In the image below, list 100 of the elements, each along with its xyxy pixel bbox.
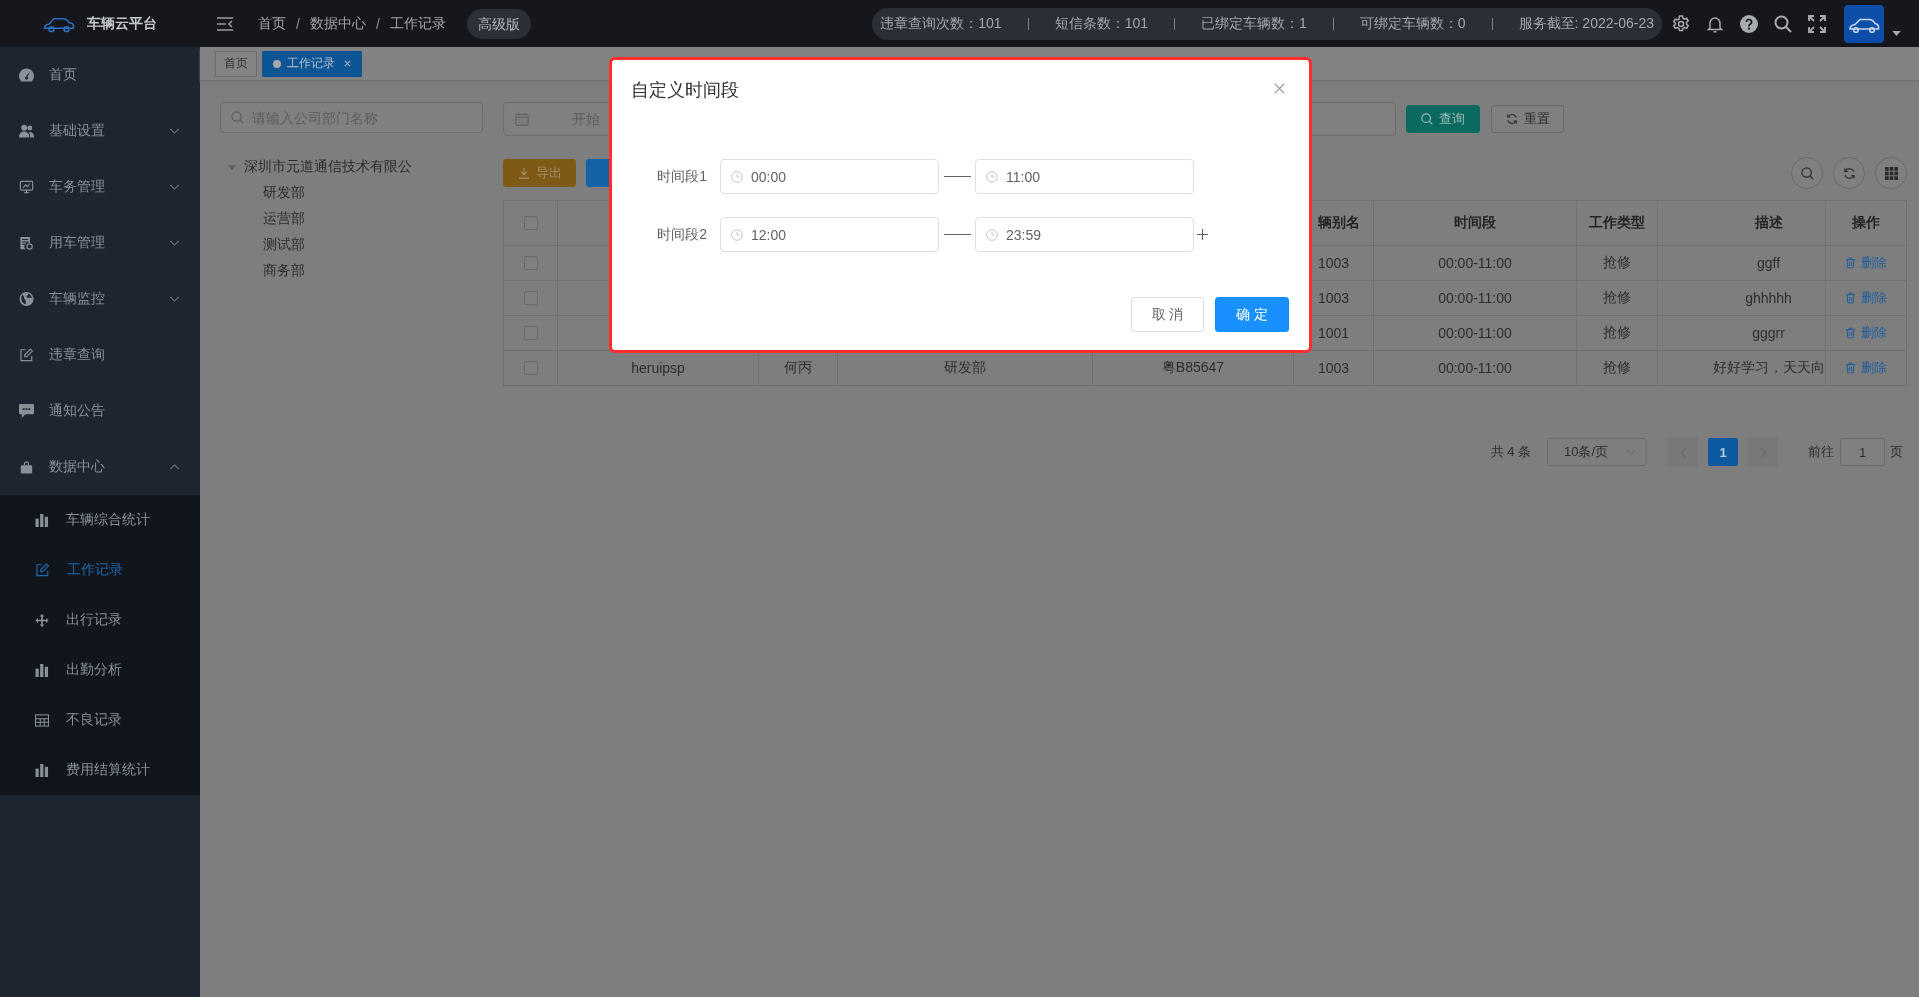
range-label: 时间段2 xyxy=(656,225,707,244)
plus-icon[interactable] xyxy=(1197,229,1208,240)
breadcrumb-item[interactable]: 数据中心 xyxy=(309,14,366,33)
chat-icon xyxy=(19,404,34,418)
tree-node[interactable]: 测试部 xyxy=(263,236,305,254)
reset-button[interactable]: 重置 xyxy=(1491,105,1564,133)
menu-item[interactable]: 数据中心 xyxy=(0,439,200,495)
query-button[interactable]: 查询 xyxy=(1406,105,1480,133)
tree-node[interactable]: 深圳市元道通信技术有限公 xyxy=(244,158,412,176)
breadcrumb-item[interactable]: 首页 xyxy=(258,14,286,33)
menu-item[interactable]: 车辆监控 xyxy=(0,271,200,327)
menu-item[interactable]: 通知公告 xyxy=(0,383,200,439)
help-icon[interactable] xyxy=(1740,14,1758,33)
stat-text: 短信条数：101 xyxy=(1054,14,1148,33)
people-icon xyxy=(19,124,34,138)
page-unit-label: 页 xyxy=(1890,443,1903,461)
submenu-item[interactable]: 费用结算统计 xyxy=(0,745,200,795)
bell-icon[interactable] xyxy=(1706,14,1724,33)
clock-icon xyxy=(986,228,998,241)
stat-text: 服务截至: 2022-06-23 xyxy=(1518,14,1654,33)
menu-item[interactable]: 首页 xyxy=(0,47,200,103)
search-icon xyxy=(1421,113,1433,125)
goto-label: 前往 xyxy=(1808,443,1834,461)
column-header: 操作 xyxy=(1852,214,1880,232)
search-icon[interactable] xyxy=(1774,14,1792,33)
edition-badge: 高级版 xyxy=(466,8,531,39)
monitor-chart-icon xyxy=(19,180,34,194)
clock-icon xyxy=(731,170,743,183)
table-cell: 粤B85647 xyxy=(1161,359,1225,377)
end-time-field[interactable]: 23:59 xyxy=(975,217,1194,252)
page-tab[interactable]: 首页 xyxy=(215,50,257,77)
document-icon xyxy=(19,236,34,250)
submenu-item[interactable]: 工作记录 xyxy=(0,545,200,595)
bar-chart-icon xyxy=(35,763,49,777)
avatar-icon[interactable] xyxy=(1844,4,1884,43)
table-cell: 抢修 xyxy=(1603,289,1631,307)
breadcrumb-item: 工作记录 xyxy=(389,14,446,33)
menu-item[interactable]: 用车管理 xyxy=(0,215,200,271)
column-header: 时间段 xyxy=(1454,214,1496,232)
page-tab[interactable]: 工作记录 xyxy=(262,50,362,77)
dialog-title: 自定义时间段 xyxy=(631,80,739,100)
calendar-icon xyxy=(515,112,529,126)
app-title: 车辆云平台 xyxy=(87,14,157,33)
table-cell: 00:00-11:00 xyxy=(1438,290,1512,306)
page-size-select[interactable]: 10条/页 xyxy=(1547,438,1647,466)
trash-icon xyxy=(1845,257,1856,269)
table-cell: 好好学习，天天向 xyxy=(1712,359,1825,377)
move-arrows-icon xyxy=(35,613,49,627)
stat-text: 违章查询次数：101 xyxy=(880,14,1002,33)
close-icon[interactable] xyxy=(1274,83,1285,94)
column-header: 辆别名 xyxy=(1318,214,1360,232)
settings-icon[interactable] xyxy=(1672,14,1690,33)
end-time-field[interactable]: 11:00 xyxy=(975,159,1194,194)
column-header: 工作类型 xyxy=(1589,214,1645,232)
stat-text: 已绑定车辆数：1 xyxy=(1201,14,1307,33)
clock-icon xyxy=(731,228,743,241)
table-cell: 1003 xyxy=(1317,290,1350,306)
table-cell: ggff xyxy=(1756,255,1781,271)
search-button[interactable] xyxy=(1791,157,1823,189)
refresh-icon xyxy=(1842,166,1856,180)
tree-node[interactable]: 商务部 xyxy=(263,262,305,280)
table-cell: 00:00-11:00 xyxy=(1438,255,1512,271)
submenu-item[interactable]: 车辆综合统计 xyxy=(0,495,200,545)
tree-node[interactable]: 运营部 xyxy=(263,210,305,228)
close-icon[interactable] xyxy=(344,60,351,67)
tree-node[interactable]: 研发部 xyxy=(263,184,305,202)
page-button[interactable]: 1 xyxy=(1708,438,1738,466)
menu-item[interactable]: 违章查询 xyxy=(0,327,200,383)
breadcrumb-separator: / xyxy=(374,15,381,32)
dot-icon xyxy=(273,59,281,68)
table-cell: 研发部 xyxy=(944,359,986,377)
submenu-item[interactable]: 出勤分析 xyxy=(0,645,200,695)
trash-icon xyxy=(1845,362,1856,374)
cancel-button[interactable]: 取 消 xyxy=(1131,297,1204,332)
submenu-item[interactable]: 出行记录 xyxy=(0,595,200,645)
page-jump-field[interactable]: 1 xyxy=(1840,438,1885,466)
refresh-button[interactable] xyxy=(1833,157,1865,189)
caret-icon[interactable] xyxy=(1892,31,1901,36)
fullscreen-icon[interactable] xyxy=(1808,14,1826,33)
columns-button[interactable] xyxy=(1875,157,1907,189)
start-time-field[interactable]: 00:00 xyxy=(720,159,939,194)
table-cell: 抢修 xyxy=(1603,324,1631,342)
table-icon xyxy=(35,713,49,727)
table-cell: gggrr xyxy=(1752,325,1785,341)
table-cell: 1003 xyxy=(1317,360,1350,376)
edit-icon xyxy=(19,348,34,362)
search-icon xyxy=(231,111,244,124)
table-cell: 1001 xyxy=(1317,325,1350,341)
globe-icon xyxy=(19,292,34,306)
gauge-icon xyxy=(19,68,34,82)
confirm-button[interactable]: 确 定 xyxy=(1215,297,1289,332)
column-header: 描述 xyxy=(1754,214,1783,232)
start-time-field[interactable]: 12:00 xyxy=(720,217,939,252)
menu-item[interactable]: 基础设置 xyxy=(0,103,200,159)
lock-icon xyxy=(19,460,34,474)
menu-icon[interactable] xyxy=(217,16,233,31)
edit-icon xyxy=(35,563,50,577)
submenu-item[interactable]: 不良记录 xyxy=(0,695,200,745)
clock-icon xyxy=(986,170,998,183)
menu-item[interactable]: 车务管理 xyxy=(0,159,200,215)
